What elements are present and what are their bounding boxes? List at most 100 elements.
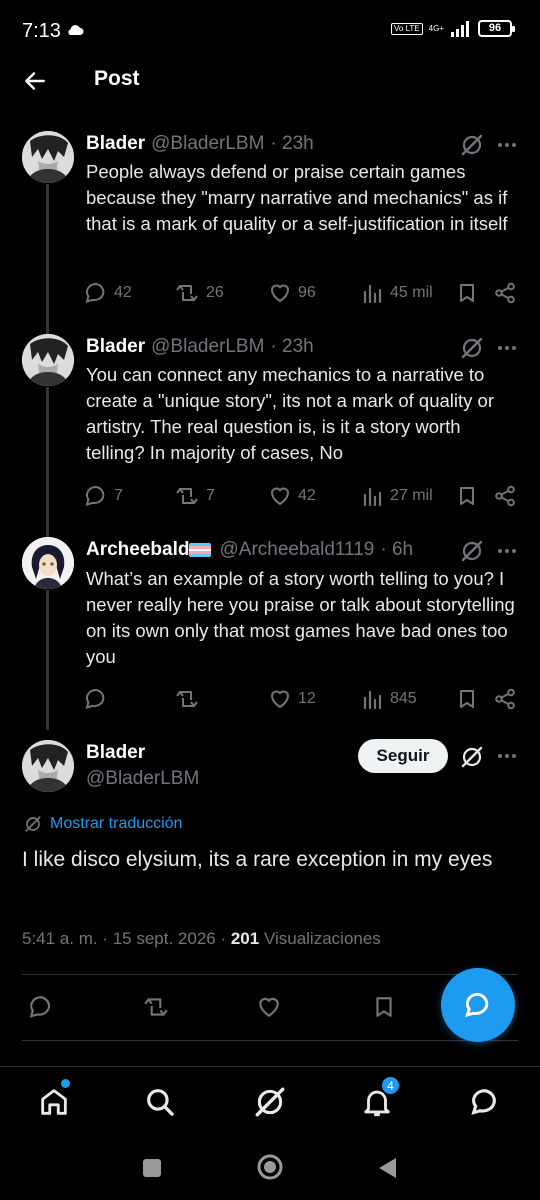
follow-button[interactable]: Seguir	[358, 739, 448, 773]
tweet-header: Archeebald @Archeebald1119 · 6h	[86, 537, 413, 563]
nav-search[interactable]	[143, 1085, 177, 1119]
bookmark-icon	[460, 690, 474, 708]
back-system-button[interactable]	[376, 1156, 398, 1180]
author-name[interactable]: Archeebald	[86, 539, 189, 561]
tweet-text: You can connect any mechanics to a narra…	[86, 364, 494, 463]
bookmark-button[interactable]	[456, 483, 478, 509]
views-count: 845	[390, 690, 417, 707]
analytics-icon	[363, 690, 382, 710]
cloud-icon	[66, 24, 84, 36]
reply-button[interactable]	[84, 686, 114, 712]
thread-line	[46, 387, 49, 537]
bottom-navigation: 4	[0, 1066, 540, 1138]
repost-icon	[176, 691, 198, 707]
author-handle[interactable]: @BladerLBM	[86, 768, 199, 790]
show-translation-link[interactable]: Mostrar traducción	[24, 815, 183, 833]
share-button[interactable]	[494, 686, 516, 712]
compose-reply-button[interactable]	[441, 968, 515, 1042]
bookmark-icon	[460, 487, 474, 505]
author-name[interactable]: Blader	[86, 133, 145, 155]
bookmark-button[interactable]	[456, 280, 478, 306]
avatar[interactable]	[22, 131, 74, 183]
back-button[interactable]	[22, 68, 48, 94]
author-name[interactable]: Blader	[86, 336, 145, 358]
avatar[interactable]	[22, 740, 74, 792]
grok-icon[interactable]	[460, 133, 484, 157]
reply-icon	[85, 688, 105, 709]
heart-icon	[270, 487, 290, 506]
volte-indicator: Vo LTE	[391, 22, 423, 35]
reply-button[interactable]: 42	[84, 280, 132, 306]
nav-messages[interactable]	[468, 1085, 502, 1119]
repost-count: 26	[206, 284, 224, 301]
repost-button[interactable]	[142, 994, 170, 1020]
like-count: 96	[298, 284, 316, 301]
author-name[interactable]: Blader	[86, 742, 145, 764]
like-button[interactable]: 96	[268, 280, 316, 306]
status-time: 7:13	[22, 20, 61, 42]
home-system-button[interactable]	[256, 1153, 284, 1181]
author-handle[interactable]: @BladerLBM	[151, 336, 264, 358]
like-button[interactable]: 12	[268, 686, 316, 712]
bookmark-button[interactable]	[372, 994, 396, 1020]
like-button[interactable]	[256, 994, 282, 1020]
share-icon	[495, 282, 515, 304]
grok-icon[interactable]	[460, 745, 484, 769]
reply-button[interactable]	[28, 994, 54, 1020]
transgender-flag-icon	[189, 543, 212, 557]
grok-icon	[255, 1087, 285, 1117]
reply-count: 7	[114, 487, 123, 504]
translation-label: Mostrar traducción	[50, 815, 183, 832]
views-button[interactable]: 27 mil	[362, 483, 433, 509]
notification-badge: 4	[381, 1076, 400, 1095]
bookmark-icon	[376, 997, 392, 1017]
more-options-icon[interactable]	[496, 337, 518, 359]
home-icon	[41, 1089, 67, 1115]
more-options-icon[interactable]	[496, 134, 518, 156]
thread-line	[46, 184, 49, 334]
recents-button[interactable]	[142, 1158, 162, 1178]
share-button[interactable]	[494, 483, 516, 509]
translate-icon	[25, 816, 41, 832]
views-count: 27 mil	[390, 487, 433, 504]
repost-count: 7	[206, 487, 215, 504]
search-icon	[147, 1089, 174, 1116]
repost-button[interactable]: 7	[174, 483, 215, 509]
nav-grok[interactable]	[253, 1085, 287, 1119]
divider	[22, 974, 518, 975]
tweet-actions: 42 26 96 45 mil	[84, 280, 520, 306]
views-count[interactable]: 201	[231, 929, 259, 948]
share-icon	[495, 688, 515, 710]
author-handle[interactable]: @BladerLBM	[151, 133, 264, 155]
author-handle[interactable]: @Archeebald1119	[219, 539, 374, 561]
grok-icon[interactable]	[460, 539, 484, 563]
grok-icon[interactable]	[460, 336, 484, 360]
reply-button[interactable]: 7	[84, 483, 123, 509]
reply-count: 42	[114, 284, 132, 301]
tweet-actions: 12 845	[84, 686, 520, 712]
post-meta: 5:41 a. m. · 15 sept. 2026 · 201 Visuali…	[22, 929, 381, 949]
network-type: 4G+	[428, 24, 444, 33]
views-label: Visualizaciones	[259, 929, 381, 948]
nav-home[interactable]	[37, 1085, 71, 1119]
post-timestamp: 5:41 a. m. · 15 sept. 2026 ·	[22, 929, 231, 948]
avatar[interactable]	[22, 537, 74, 589]
more-options-icon[interactable]	[496, 745, 518, 767]
repost-button[interactable]: 26	[174, 280, 224, 306]
battery-indicator: 96	[478, 20, 515, 37]
analytics-icon	[363, 487, 382, 507]
main-post-handle-row: @BladerLBM	[86, 766, 199, 792]
views-count: 45 mil	[390, 284, 433, 301]
repost-button[interactable]	[174, 686, 206, 712]
views-button[interactable]: 45 mil	[362, 280, 433, 306]
more-options-icon[interactable]	[496, 540, 518, 562]
share-button[interactable]	[494, 280, 516, 306]
bookmark-button[interactable]	[456, 686, 478, 712]
main-post-text: I like disco elysium, its a rare excepti…	[22, 848, 493, 871]
tweet-actions: 7 7 42 27 mil	[84, 483, 520, 509]
like-count: 12	[298, 690, 316, 707]
avatar[interactable]	[22, 334, 74, 386]
views-button[interactable]: 845	[362, 686, 417, 712]
like-button[interactable]: 42	[268, 483, 316, 509]
arrow-left-icon	[25, 72, 45, 90]
